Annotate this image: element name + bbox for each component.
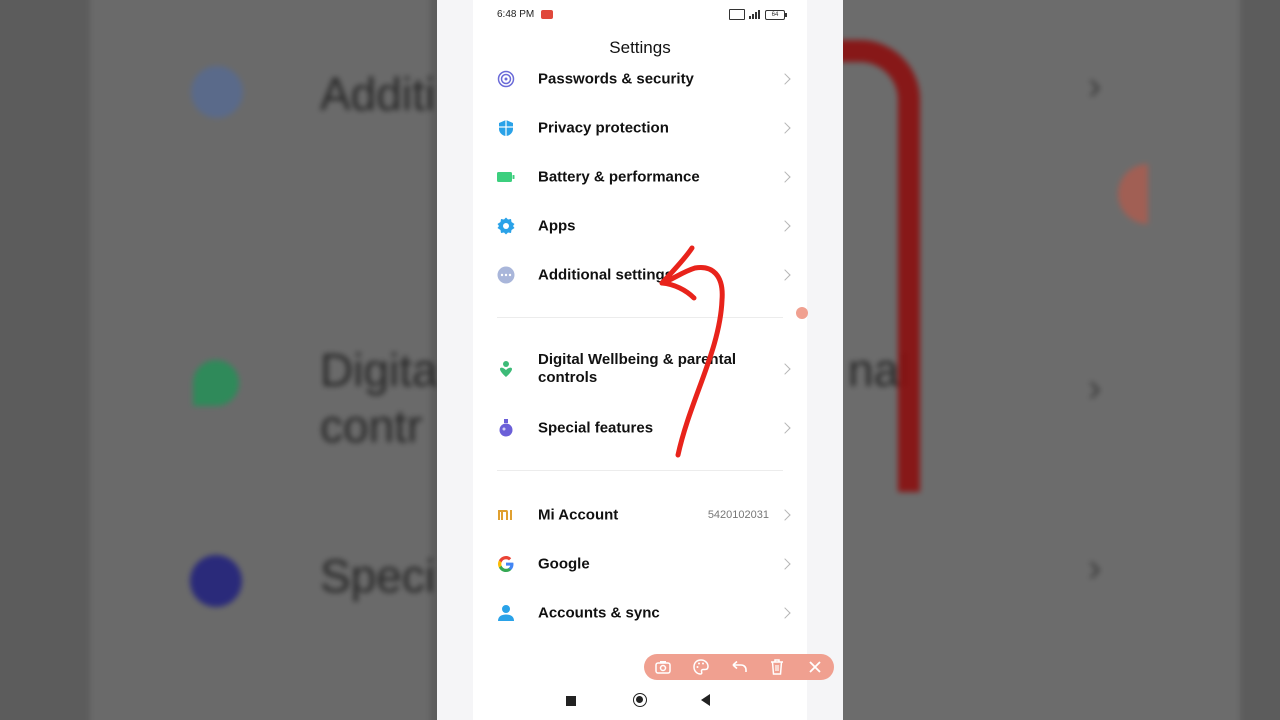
close-icon [809,661,821,673]
settings-item-label: Additional settings [538,266,673,284]
bg-chevron-icon: › [1088,546,1102,590]
section-divider [497,470,783,471]
bg-text-special: Speci [320,550,436,602]
settings-item-additional-settings[interactable]: Additional settings [473,252,807,298]
close-annotation-button[interactable] [805,657,825,677]
settings-item-label: Privacy protection [538,119,669,137]
person-icon [498,605,514,621]
shield-icon [499,120,513,136]
settings-screen: 6:48 PM 64 Settings Passwords & security [473,0,834,720]
navigation-bar [473,683,807,720]
settings-item-mi-account[interactable]: Mi Account 5420102031 [473,492,807,538]
battery-icon [497,172,515,182]
more-dots-icon [497,266,515,284]
chevron-right-icon [779,509,791,521]
status-bar: 6:48 PM 64 [473,0,807,28]
chevron-right-icon [779,558,791,570]
settings-item-passwords-security[interactable]: Passwords & security [473,56,807,102]
chevron-right-icon [779,422,791,434]
section-divider [497,317,783,318]
home-button[interactable] [633,693,647,707]
palette-icon [693,659,709,675]
settings-item-label: Google [538,555,590,573]
chevron-right-icon [779,171,791,183]
back-button[interactable] [701,694,710,706]
google-g-icon [498,556,514,572]
undo-icon [732,660,747,672]
settings-item-label: Passwords & security [538,70,694,88]
page-title: Settings [609,38,671,57]
battery-status-icon: 64 [765,9,787,20]
settings-item-label: Special features [538,419,654,437]
settings-item-digital-wellbeing[interactable]: Digital Wellbeing & parental controls [473,346,807,392]
chevron-right-icon [779,220,791,232]
settings-item-apps[interactable]: Apps [473,203,807,249]
phone-frame: 6:48 PM 64 Settings Passwords & security [437,0,843,720]
status-time: 6:48 PM [497,9,535,20]
settings-item-battery-performance[interactable]: Battery & performance [473,154,807,200]
undo-button[interactable] [729,657,749,677]
chevron-right-icon [779,122,791,134]
settings-item-label: Accounts & sync [538,604,660,622]
chevron-right-icon [779,607,791,619]
mi-logo-icon [498,510,512,520]
status-icons: 64 [729,9,787,20]
bg-more-dots-icon [191,66,243,118]
heart-person-icon [500,361,512,377]
chevron-right-icon [779,363,791,375]
recents-button[interactable] [566,696,576,706]
chevron-right-icon [779,73,791,85]
settings-item-label: Apps [538,217,576,235]
signal-icon [749,10,761,19]
settings-item-google[interactable]: Google [473,541,807,587]
recording-icon [541,10,553,19]
bg-chevron-icon: › [1088,64,1102,108]
settings-item-label: Mi Account [538,506,619,524]
bg-text-digital: Digita [320,344,438,396]
color-picker-button[interactable] [691,657,711,677]
settings-item-label: Digital Wellbeing & parental controls [538,351,737,386]
potion-icon [499,419,513,437]
camera-icon [655,661,671,674]
bg-heart-icon [193,360,239,406]
annotation-toolbar [644,654,834,680]
settings-item-accounts-sync[interactable]: Accounts & sync [473,590,807,636]
settings-item-special-features[interactable]: Special features [473,405,807,451]
mi-account-id: 5420102031 [707,509,769,521]
bg-chevron-icon: › [1088,366,1102,410]
screenshot-button[interactable] [653,657,673,677]
chevron-right-icon [779,269,791,281]
bg-potion-icon [190,555,242,607]
sim-icon [729,9,745,20]
bg-text-controls: contr [320,400,423,452]
bg-text-additional: Additi [320,68,436,120]
settings-item-label: Battery & performance [538,168,700,186]
trash-icon [771,659,783,675]
bg-red-annotation [838,40,920,492]
gear-icon [497,217,515,235]
settings-item-privacy-protection[interactable]: Privacy protection [473,105,807,151]
fingerprint-icon [497,70,515,88]
delete-button[interactable] [767,657,787,677]
